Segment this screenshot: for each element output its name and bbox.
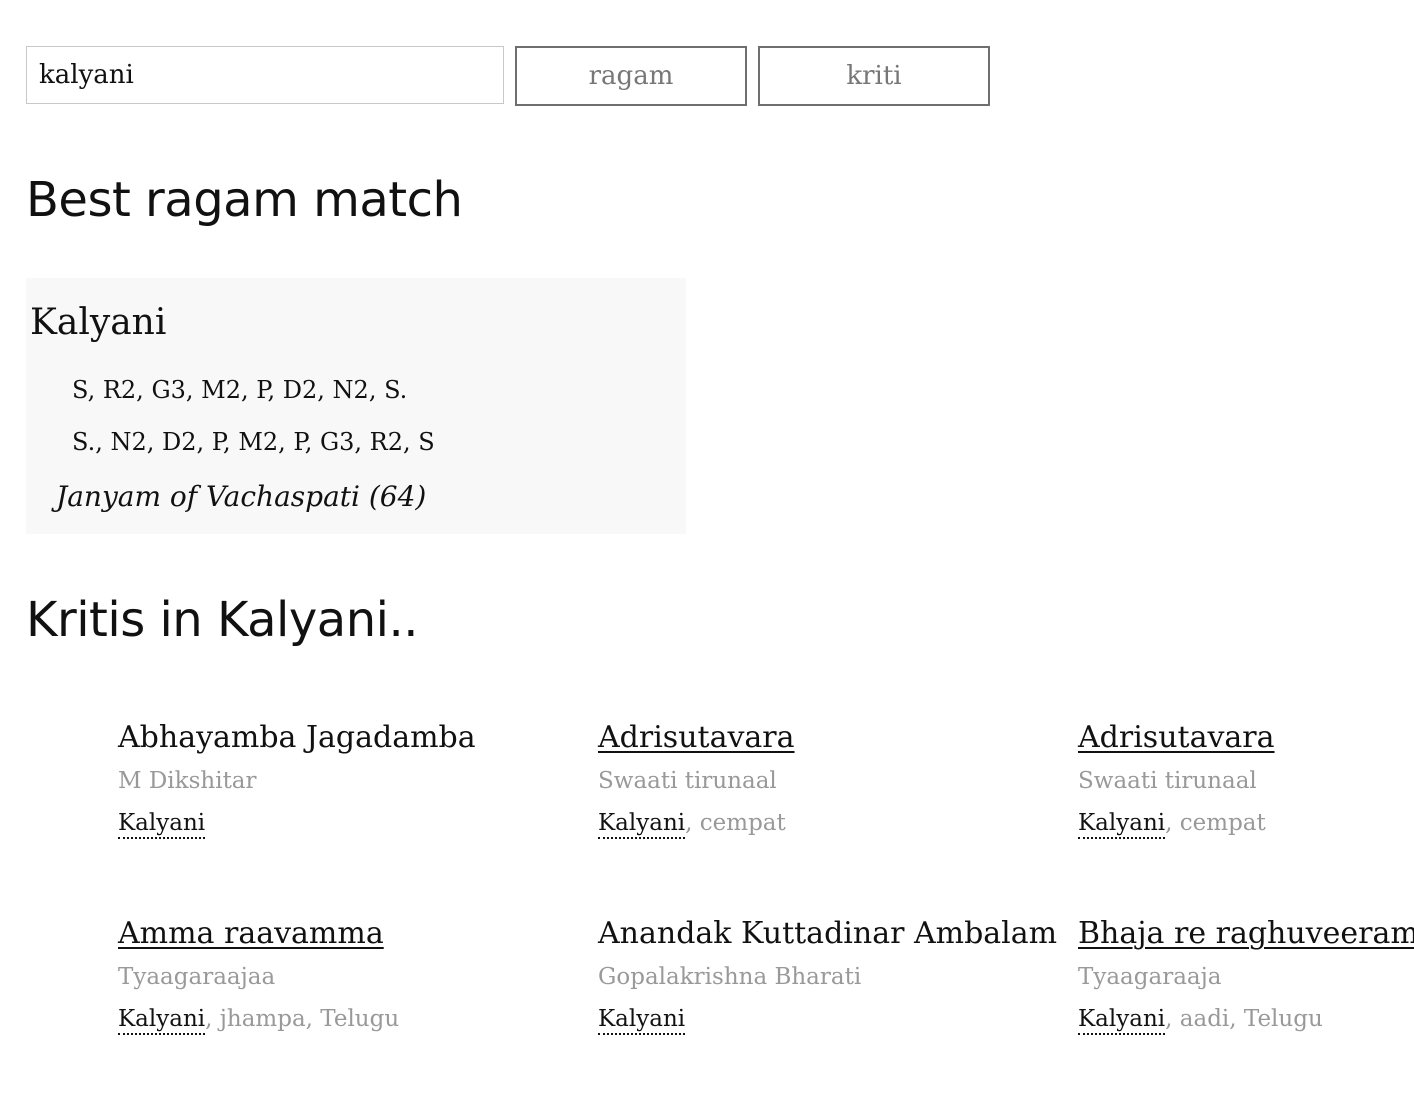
arohanam: S, R2, G3, M2, P, D2, N2, S.	[72, 376, 408, 404]
kriti-composer: Tyaagaraaja	[1078, 964, 1222, 990]
kriti-details: , aadi, Telugu	[1165, 1006, 1323, 1032]
kriti-card: Adrisutavara Swaati tirunaal Kalyani, cemp…	[598, 720, 928, 839]
kriti-title: Anandak Kuttadinar Ambalam	[598, 916, 1058, 951]
kriti-card: Anandak Kuttadinar Ambalam Gopalakrishna …	[598, 916, 1058, 1035]
best-match-heading: Best ragam match	[26, 172, 463, 228]
kriti-details: , cempat	[1165, 810, 1266, 836]
kriti-meta: Kalyani, cempat	[1078, 808, 1408, 839]
kritis-heading: Kritis in Kalyani..	[26, 592, 418, 648]
page: ragam kriti Best ragam match Kalyani S, …	[0, 0, 1414, 1098]
kriti-meta: Kalyani, cempat	[598, 808, 928, 839]
kriti-title: Abhayamba Jagadamba	[118, 720, 476, 755]
kriti-ragam-link[interactable]: Kalyani	[598, 810, 686, 839]
kriti-card: Amma raavamma Tyaagaraajaa Kalyani, jhampa…	[118, 916, 448, 1035]
kriti-composer: M Dikshitar	[118, 768, 257, 794]
ragam-name: Kalyani	[30, 302, 167, 343]
kriti-meta: Kalyani	[118, 808, 448, 839]
kriti-search-button[interactable]: kriti	[758, 46, 990, 106]
kriti-details: , jhampa, Telugu	[205, 1006, 400, 1032]
kriti-ragam-link[interactable]: Kalyani	[118, 810, 206, 839]
kriti-card: Adrisutavara Swaati tirunaal Kalyani, cemp…	[1078, 720, 1408, 839]
kriti-card: Bhaja re raghuveeram Tyaagaraaja Kalyani, …	[1078, 916, 1414, 1035]
search-bar: ragam kriti	[26, 46, 990, 106]
kriti-ragam-link[interactable]: Kalyani	[1078, 810, 1166, 839]
ragam-search-button[interactable]: ragam	[515, 46, 747, 106]
janyam-info: Janyam of Vachaspati (64)	[56, 480, 427, 513]
search-input[interactable]	[26, 46, 504, 104]
avarohanam: S., N2, D2, P, M2, P, G3, R2, S	[72, 428, 435, 456]
kriti-title[interactable]: Adrisutavara	[1078, 720, 1408, 756]
kriti-ragam-link[interactable]: Kalyani	[1078, 1006, 1166, 1035]
kriti-title[interactable]: Amma raavamma	[118, 916, 448, 952]
kriti-composer: Swaati tirunaal	[1078, 768, 1257, 794]
kriti-details: , cempat	[685, 810, 786, 836]
kriti-composer: Gopalakrishna Bharati	[598, 964, 862, 990]
kriti-title[interactable]: Bhaja re raghuveeram	[1078, 916, 1414, 952]
kriti-meta: Kalyani, jhampa, Telugu	[118, 1004, 448, 1035]
kriti-card: Abhayamba Jagadamba M Dikshitar Kalyani	[118, 720, 476, 839]
kriti-ragam-link[interactable]: Kalyani	[118, 1006, 206, 1035]
kriti-ragam-link[interactable]: Kalyani	[598, 1006, 686, 1035]
kriti-meta: Kalyani	[598, 1004, 928, 1035]
kriti-composer: Swaati tirunaal	[598, 768, 777, 794]
kriti-composer: Tyaagaraajaa	[118, 964, 276, 990]
kriti-title[interactable]: Adrisutavara	[598, 720, 928, 756]
kriti-meta: Kalyani, aadi, Telugu	[1078, 1004, 1408, 1035]
